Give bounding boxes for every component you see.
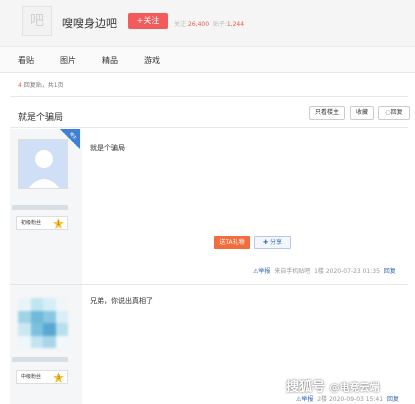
watermark: 搜狐号 @电竞云端 — [286, 376, 380, 395]
share-label: 分享 — [269, 239, 282, 246]
follow-count: 26,400 — [188, 21, 210, 28]
favorite-button[interactable]: 收藏 — [350, 106, 374, 120]
plus-icon: ✚ — [263, 239, 269, 246]
only-op-button[interactable]: 只看楼主 — [309, 106, 345, 120]
watermark-account: @电竞云端 — [329, 383, 380, 394]
post-content: 兄弟，你说出真相了 — [90, 297, 153, 305]
floor-number: 2楼 — [317, 396, 328, 403]
reply-button[interactable]: ◌回复 — [378, 106, 410, 120]
reply-count: 4 — [18, 82, 22, 89]
nav-item-images[interactable]: 图片 — [60, 55, 76, 66]
reply-button-label: 回复 — [390, 109, 403, 116]
page-info: 4 回复贴，共1页 — [18, 80, 64, 89]
op-badge-label: 楼主 — [68, 131, 78, 141]
username-blurred[interactable] — [12, 205, 68, 210]
share-button[interactable]: ✚ 分享 — [254, 236, 291, 249]
report-label: 举报 — [258, 268, 271, 275]
send-gift-button[interactable]: 送TA礼物 — [214, 236, 250, 249]
post-separator — [10, 284, 408, 285]
follow-button[interactable]: +关注 — [128, 13, 168, 29]
thread-title: 就是个骗局 — [18, 113, 64, 123]
post-time: 2020-09-03 15:41 — [328, 396, 384, 403]
nav-item-featured[interactable]: 精品 — [102, 55, 118, 66]
post-meta: ⚠举报 2楼 2020-09-03 15:41 回复 — [296, 394, 399, 403]
report-label: 举报 — [301, 396, 314, 403]
post-source[interactable]: 来自手机贴吧 — [274, 268, 310, 275]
post-content: 就是个骗局 — [90, 144, 125, 152]
post-reply-link[interactable]: 回复 — [387, 396, 399, 403]
forum-logo[interactable]: 吧 — [22, 6, 52, 36]
post-time: 2020-07-23 01:35 — [325, 268, 380, 275]
nav-item-posts[interactable]: 看贴 — [18, 55, 34, 66]
page-info-text: 回复贴，共1页 — [23, 82, 64, 89]
watermark-brand: 搜狐号 — [286, 380, 326, 395]
report-link[interactable]: ⚠举报 — [253, 268, 270, 275]
post-reply-link[interactable]: 回复 — [384, 268, 396, 275]
post-meta: ⚠举报 来自手机贴吧 1楼 2020-07-23 01:35 回复 — [253, 266, 396, 275]
username-blurred[interactable] — [12, 357, 68, 362]
floor-number: 1楼 — [314, 268, 324, 275]
forum-header: 吧 嗖嗖身边吧 +关注 关注:26,400 贴子:1,244 — [0, 0, 415, 46]
default-avatar-icon — [19, 140, 67, 188]
report-link[interactable]: ⚠举报 — [296, 396, 313, 403]
forum-stats: 关注:26,400 贴子:1,244 — [174, 19, 244, 28]
fan-level-name: 初级粉丝 — [21, 220, 42, 226]
divider — [10, 96, 408, 97]
post-count-label: 贴子: — [212, 21, 227, 28]
divider — [10, 127, 408, 128]
forum-name[interactable]: 嗖嗖身边吧 — [62, 15, 117, 31]
fan-level-name: 中级粉丝 — [21, 374, 42, 380]
follow-count-label: 关注: — [174, 21, 189, 28]
post-count: 1,244 — [226, 21, 245, 28]
avatar[interactable] — [18, 298, 68, 348]
avatar[interactable] — [18, 139, 68, 189]
forum-nav: 看贴 图片 精品 游戏 — [0, 46, 415, 73]
nav-item-games[interactable]: 游戏 — [144, 55, 160, 66]
